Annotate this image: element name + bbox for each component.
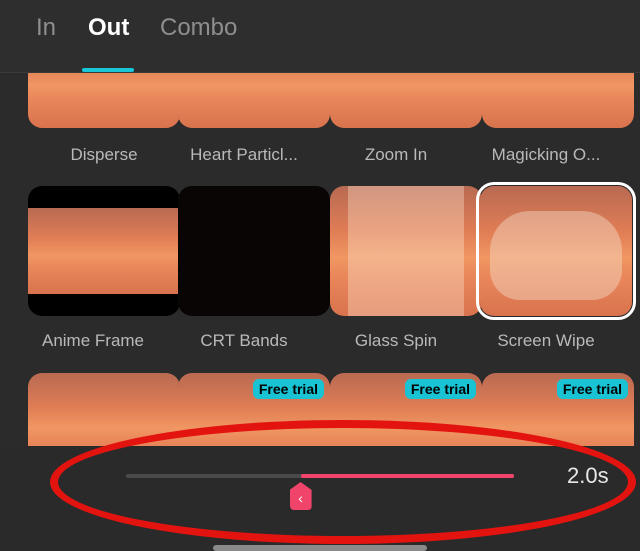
effect-tile[interactable]: Free trial xyxy=(178,373,330,446)
free-trial-badge: Free trial xyxy=(556,379,628,399)
duration-value: 2.0s xyxy=(567,463,609,488)
active-tab-indicator xyxy=(82,68,134,72)
effect-thumbnail xyxy=(28,373,180,446)
effect-thumbnail xyxy=(178,73,330,128)
effect-label: CRT Bands xyxy=(200,331,288,350)
effect-label: Heart Particl... xyxy=(190,145,298,164)
transition-tabs: In Out Combo xyxy=(0,0,640,73)
home-indicator xyxy=(213,545,427,551)
effect-label: Glass Spin xyxy=(354,331,438,350)
effect-tile-heart-particles[interactable] xyxy=(178,73,330,128)
effect-tile-zoom-in[interactable] xyxy=(330,73,482,128)
effect-thumbnail xyxy=(178,186,330,316)
effect-thumbnail xyxy=(330,186,482,316)
free-trial-badge: Free trial xyxy=(252,379,324,399)
effect-tile-magicking[interactable] xyxy=(482,73,634,128)
tab-in[interactable]: In xyxy=(36,14,56,42)
effect-label: Disperse xyxy=(70,145,138,164)
effect-thumbnail xyxy=(28,73,180,128)
effects-grid: Disperse Heart Particl... Zoom In Magick… xyxy=(0,73,640,446)
duration-bar xyxy=(0,446,640,551)
effect-tile[interactable] xyxy=(28,373,180,446)
effect-tile-anime-frame[interactable] xyxy=(28,186,180,316)
effect-thumbnail xyxy=(482,73,634,128)
effect-thumbnail xyxy=(480,186,632,316)
effect-tile-screen-wipe[interactable] xyxy=(476,182,636,320)
effect-label: Zoom In xyxy=(364,145,428,164)
effect-thumbnail xyxy=(330,73,482,128)
effect-label: Anime Frame xyxy=(41,331,145,350)
duration-slider-fill xyxy=(300,474,514,478)
effect-thumbnail xyxy=(28,186,180,316)
tab-combo[interactable]: Combo xyxy=(160,14,237,42)
tab-out[interactable]: Out xyxy=(88,14,129,42)
effect-tile[interactable]: Free trial xyxy=(330,373,482,446)
effect-label: Magicking O... xyxy=(491,145,601,164)
effect-tile-crt-bands[interactable] xyxy=(178,186,330,316)
effect-tile[interactable]: Free trial xyxy=(482,373,634,446)
effect-label: Screen Wipe xyxy=(497,331,595,350)
effect-tile-glass-spin[interactable] xyxy=(330,186,482,316)
free-trial-badge: Free trial xyxy=(404,379,476,399)
effect-tile-disperse[interactable] xyxy=(28,73,180,128)
